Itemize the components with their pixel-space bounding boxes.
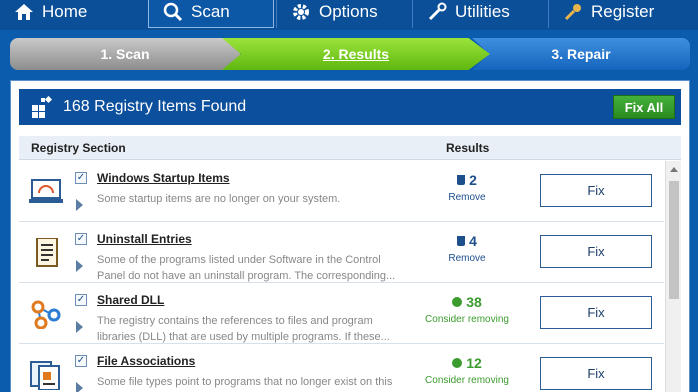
list-item: ✓ Windows Startup Items Some startup ite… — [19, 161, 664, 222]
wrench-icon — [428, 2, 447, 21]
laptop-gauge-icon — [29, 179, 63, 203]
gear-icon — [293, 4, 309, 20]
row-title[interactable]: Uninstall Entries — [97, 232, 192, 246]
row-count: 2 — [469, 172, 477, 188]
shared-links-icon — [31, 300, 61, 329]
results-list: ✓ Windows Startup Items Some startup ite… — [19, 161, 664, 392]
alert-dot-icon — [452, 358, 463, 368]
nav-home[interactable]: Home — [0, 0, 140, 28]
row-description: Some startup items are no longer on your… — [97, 193, 341, 205]
progress-steps: 1. Scan 3. Repair 2. Results — [10, 38, 690, 70]
row-title[interactable]: Shared DLL — [97, 293, 164, 307]
row-count: 4 — [469, 233, 477, 249]
registry-cubes-icon — [32, 96, 53, 118]
row-action: Consider removing — [425, 375, 509, 386]
expand-arrow-icon[interactable] — [76, 321, 83, 333]
expand-arrow-icon[interactable] — [76, 260, 83, 272]
fix-button[interactable]: Fix — [540, 235, 652, 268]
trash-icon — [457, 236, 466, 246]
nav-home-label: Home — [42, 2, 88, 21]
row-checkbox[interactable]: ✓ — [75, 233, 87, 245]
panel-header: 168 Registry Items Found Fix All — [19, 89, 681, 125]
row-description: Some file types point to programs that n… — [97, 376, 393, 388]
row-result: 12 Consider removing — [422, 355, 512, 386]
nav-utilities[interactable]: Utilities — [412, 0, 548, 28]
row-result: 2 Remove — [422, 172, 512, 203]
scrollbar[interactable] — [665, 161, 681, 392]
top-nav: Home Scan Options Utilities Register — [0, 0, 698, 30]
row-action: Consider removing — [425, 314, 509, 325]
home-icon — [15, 4, 33, 20]
row-title[interactable]: File Associations — [97, 354, 195, 368]
file-stack-icon — [30, 361, 60, 390]
results-panel: 168 Registry Items Found Fix All Registr… — [10, 80, 690, 392]
nav-options-label: Options — [319, 2, 378, 21]
nav-register[interactable]: Register — [548, 0, 698, 28]
scroll-up-icon[interactable] — [670, 167, 678, 172]
row-result: 4 Remove — [422, 233, 512, 264]
nav-options[interactable]: Options — [276, 0, 412, 28]
step-scan[interactable]: 1. Scan — [10, 38, 240, 70]
col-registry-section: Registry Section — [31, 141, 126, 155]
magnifier-icon — [163, 2, 183, 21]
scroll-thumb[interactable] — [669, 181, 679, 299]
nav-utilities-label: Utilities — [455, 2, 510, 21]
nav-scan-label: Scan — [191, 1, 230, 21]
key-icon — [564, 4, 581, 21]
expand-arrow-icon[interactable] — [76, 382, 83, 392]
nav-scan[interactable]: Scan — [148, 0, 274, 28]
column-header: Registry Section Results — [19, 136, 681, 160]
fix-button[interactable]: Fix — [540, 296, 652, 329]
fix-all-button[interactable]: Fix All — [613, 95, 675, 119]
row-checkbox[interactable]: ✓ — [75, 294, 87, 306]
step-repair[interactable]: 3. Repair — [472, 38, 690, 70]
row-description: Some of the programs listed under Softwa… — [97, 254, 396, 282]
row-count: 12 — [466, 355, 482, 371]
row-description: The registry contains the references to … — [97, 315, 390, 343]
row-title[interactable]: Windows Startup Items — [97, 171, 230, 185]
list-item: ✓ File Associations Some file types poin… — [19, 344, 664, 392]
trash-icon — [457, 175, 466, 185]
fix-button[interactable]: Fix — [540, 357, 652, 390]
expand-arrow-icon[interactable] — [76, 199, 83, 211]
row-checkbox[interactable]: ✓ — [75, 172, 87, 184]
row-count: 38 — [466, 294, 482, 310]
fix-button[interactable]: Fix — [540, 174, 652, 207]
nav-register-label: Register — [591, 2, 655, 21]
row-checkbox[interactable]: ✓ — [75, 355, 87, 367]
row-action: Remove — [448, 192, 486, 203]
step-results[interactable]: 2. Results — [222, 38, 490, 70]
row-action: Remove — [448, 253, 486, 264]
alert-dot-icon — [452, 297, 463, 307]
document-list-icon — [36, 238, 58, 267]
row-result: 38 Consider removing — [422, 294, 512, 325]
col-results: Results — [446, 141, 490, 155]
list-item: ✓ Shared DLL The registry contains the r… — [19, 283, 664, 344]
panel-title: 168 Registry Items Found — [63, 98, 247, 115]
list-item: ✓ Uninstall Entries Some of the programs… — [19, 222, 664, 283]
